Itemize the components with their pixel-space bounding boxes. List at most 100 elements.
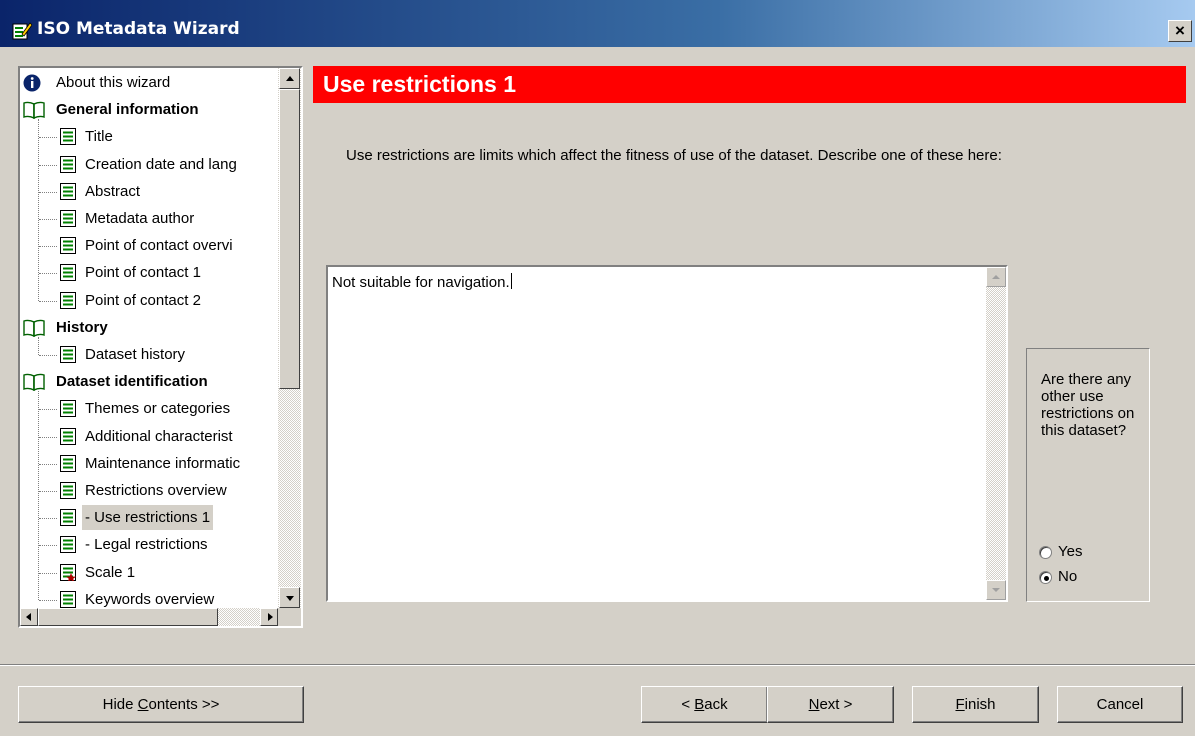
tree-item[interactable]: Restrictions overview (20, 478, 278, 503)
tree-branch-line (39, 137, 57, 139)
page-icon-svg (60, 400, 76, 418)
tree-item-label: Creation date and lang (85, 155, 237, 173)
radio-yes-circle[interactable] (1039, 546, 1052, 559)
radio-selected-dot (1044, 576, 1049, 581)
page-icon-svg (60, 237, 76, 255)
page-icon (60, 128, 76, 153)
scroll-left-button[interactable] (20, 608, 38, 626)
tree-item-label: - Legal restrictions (85, 536, 208, 554)
contents-tree-list: About this wizard General information Titl… (20, 68, 278, 608)
tree-item-label: About this wizard (56, 74, 171, 91)
finish-button[interactable]: Finish (912, 686, 1039, 723)
other-restrictions-group: Are there any other use restrictions on … (1026, 348, 1150, 602)
tree-branch-line (39, 599, 57, 601)
tree-item-label: Additional characterist (85, 427, 233, 445)
tree-item[interactable]: Keywords overview (20, 587, 278, 608)
tree-item[interactable]: - Legal restrictions (20, 532, 278, 557)
page-icon (60, 454, 76, 480)
tree-branch-line (39, 545, 57, 547)
tree-item-label: General information (56, 101, 199, 119)
separator (0, 664, 1195, 666)
tree-branch-line (39, 491, 57, 492)
arrow-up-icon (286, 76, 294, 81)
open-book-icon-svg (23, 101, 45, 120)
tree-item[interactable]: Creation date and lang (20, 152, 278, 177)
next-button[interactable]: Next > (767, 686, 894, 723)
tree-item-label: Scale 1 (85, 563, 136, 581)
radio-no-circle[interactable] (1039, 571, 1052, 584)
arrow-up-icon (992, 275, 1000, 279)
window-title: ISO Metadata Wizard (37, 19, 240, 39)
tree-item[interactable]: Scale 1 (20, 560, 278, 585)
page-icon (60, 182, 76, 208)
tree-item-label: Maintenance informatic (85, 454, 241, 472)
textarea-scroll-up-button[interactable] (986, 267, 1006, 287)
textarea-content: Not suitable for navigation. (332, 273, 512, 291)
page-icon (60, 210, 76, 235)
page-header: Use restrictions 1 (313, 66, 1186, 103)
page-icon-svg (60, 155, 76, 173)
tree-branch-line (39, 164, 57, 166)
tree-vertical-scrollbar[interactable] (278, 68, 301, 608)
cancel-button[interactable]: Cancel (1057, 686, 1183, 723)
tree-section[interactable]: Dataset identification (20, 369, 278, 394)
tree-item-label: Point of contact 2 (85, 291, 201, 309)
tree-item-label: Point of contact overvi (85, 237, 233, 255)
page-icon-svg (60, 427, 76, 445)
scroll-up-button[interactable] (279, 68, 300, 89)
tree-branch-line (39, 518, 57, 520)
scroll-down-button[interactable] (279, 587, 300, 608)
page-icon-svg (60, 536, 76, 554)
tree-item-label: History (56, 318, 108, 336)
tree-item[interactable]: Point of contact 2 (20, 288, 278, 313)
tree-item[interactable]: Metadata author (20, 206, 278, 231)
page-icon (60, 264, 76, 289)
tree-item[interactable]: Dataset history (20, 342, 278, 367)
tree-item[interactable]: About this wizard (20, 70, 278, 95)
textarea-scrollbar[interactable] (986, 267, 1006, 600)
tree-item-label: Metadata author (85, 210, 195, 227)
tree-item[interactable]: Point of contact overvi (20, 233, 278, 258)
tree-item[interactable]: Themes or categories (20, 396, 278, 421)
open-book-icon (23, 373, 45, 399)
tree-branch-line (39, 355, 57, 356)
info-icon-svg (23, 74, 41, 92)
tree-item[interactable]: Title (20, 124, 278, 149)
scroll-corner (278, 608, 301, 626)
tree-section[interactable]: History (20, 315, 278, 340)
other-restrictions-question: Are there any other use restrictions on … (1041, 371, 1135, 439)
back-button[interactable]: < Back (641, 686, 768, 723)
scroll-right-button[interactable] (260, 608, 278, 626)
tree-item[interactable]: Abstract (20, 179, 278, 204)
page-icon (60, 346, 76, 371)
text-caret (510, 273, 512, 289)
close-button[interactable]: × (1168, 20, 1192, 42)
tree-horizontal-scrollbar[interactable] (20, 608, 278, 626)
tree-item[interactable]: - Use restrictions 1 (20, 505, 278, 531)
tree-item[interactable]: Additional characterist (20, 424, 278, 449)
page-icon-svg (60, 346, 76, 363)
tree-section[interactable]: General information (20, 97, 278, 122)
scroll-thumb[interactable] (279, 89, 300, 389)
tree-item[interactable]: Point of contact 1 (20, 260, 278, 285)
tree-item[interactable]: Maintenance informatic (20, 451, 278, 476)
page-description: Use restrictions are limits which affect… (346, 147, 1002, 164)
arrow-down-icon (286, 596, 294, 601)
page-icon-svg (60, 291, 76, 309)
tree-branch-line (39, 246, 57, 248)
hide-contents-button[interactable]: Hide Contents >> (18, 686, 304, 723)
tree-branch-line (39, 273, 57, 275)
page-icon-svg (60, 509, 76, 527)
page-icon (60, 536, 76, 561)
hscroll-thumb[interactable] (38, 608, 218, 626)
page-icon (60, 155, 76, 181)
tree-branch-line (39, 463, 57, 465)
tree-item-label: Dataset history (85, 346, 186, 363)
page-icon-svg (60, 454, 76, 472)
page-icon-svg (60, 482, 76, 499)
tree-branch-line (39, 436, 57, 438)
tree-branch-line (39, 409, 57, 411)
use-restriction-textarea[interactable]: Not suitable for navigation. (326, 265, 1008, 602)
page-icon (60, 237, 76, 262)
textarea-scroll-down-button[interactable] (986, 580, 1006, 600)
